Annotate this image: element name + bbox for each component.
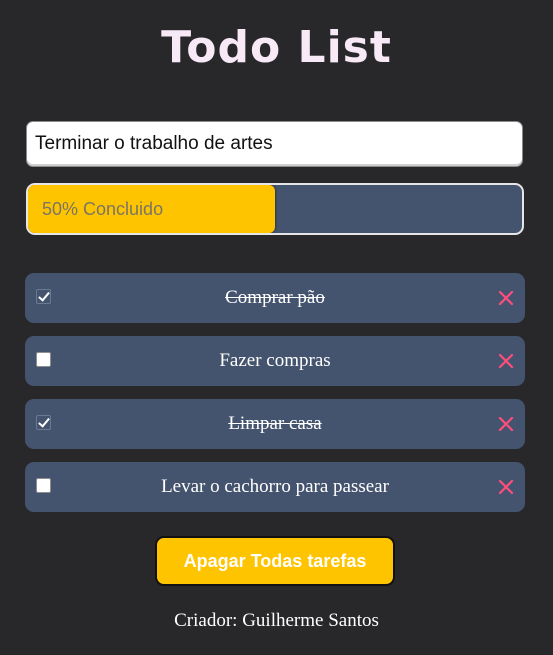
todo-app: Todo List 50% Concluido Comprar pão Faze… <box>0 0 553 655</box>
task-label: Limpar casa <box>228 413 322 434</box>
task-item: Limpar casa <box>25 399 525 449</box>
close-icon[interactable] <box>498 416 514 432</box>
progress-bar: 50% Concluido <box>26 183 524 235</box>
task-label: Comprar pão <box>225 287 325 308</box>
task-checkbox[interactable] <box>36 415 51 430</box>
app-title: Todo List <box>161 22 392 73</box>
task-checkbox[interactable] <box>36 352 51 367</box>
task-item: Levar o cachorro para passear <box>25 462 525 512</box>
task-item: Fazer compras <box>25 336 525 386</box>
task-checkbox[interactable] <box>36 289 51 304</box>
close-icon[interactable] <box>498 479 514 495</box>
task-label: Levar o cachorro para passear <box>161 476 389 497</box>
close-icon[interactable] <box>498 353 514 369</box>
task-input[interactable] <box>26 121 523 167</box>
progress-label: 50% Concluido <box>42 199 164 219</box>
close-icon[interactable] <box>498 290 514 306</box>
task-checkbox[interactable] <box>36 478 51 493</box>
task-item: Comprar pão <box>25 273 525 323</box>
task-label: Fazer compras <box>219 350 331 371</box>
clear-all-button[interactable]: Apagar Todas tarefas <box>155 536 395 586</box>
footer-credit: Criador: Guilherme Santos <box>174 610 379 631</box>
task-list: Comprar pão Fazer compras Limpar casa Le… <box>25 273 525 525</box>
